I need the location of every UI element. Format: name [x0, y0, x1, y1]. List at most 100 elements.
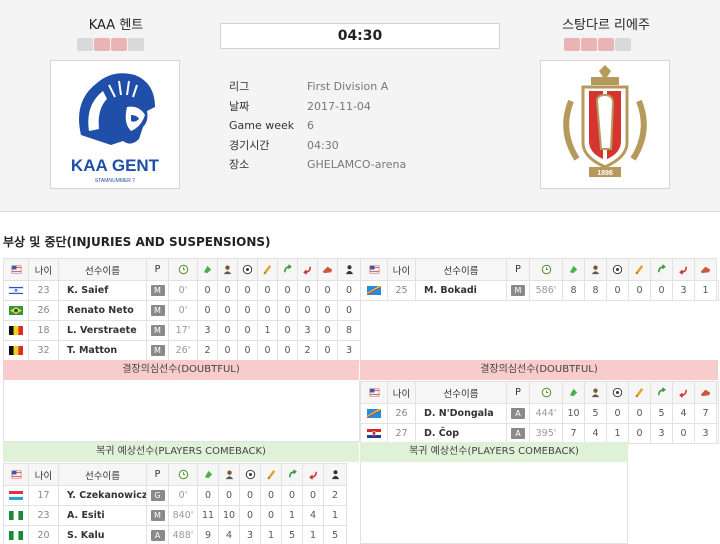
home-team-name[interactable]: KAA 헨트 — [36, 14, 196, 33]
player-age: 18 — [28, 320, 59, 341]
belgium-flag-icon — [9, 326, 23, 335]
player-row[interactable]: 26 Renato Neto M 0' 0 0 0 0 0 0 0 0 — [3, 300, 361, 321]
goal-icon — [245, 469, 255, 480]
lineup-header[interactable] — [584, 381, 607, 404]
boot-header[interactable] — [317, 258, 338, 281]
congo-flag-icon — [367, 409, 381, 418]
player-row[interactable]: 25 M. Bokadi M 586' 8 8 0 0 0 3 1 — [360, 280, 719, 301]
player-row[interactable]: 23K. SaiefM0'00000000? — [3, 280, 361, 301]
sub-in-header[interactable] — [277, 258, 298, 281]
sub-in-icon — [658, 387, 666, 396]
goal-header[interactable] — [606, 381, 629, 404]
age-header[interactable]: 나이 — [28, 258, 59, 281]
player-name[interactable]: A. Esiti — [58, 505, 147, 526]
player-row[interactable]: 17 Y. Czekanowicz G 0' 0 0 0 0 0 0 2 — [3, 485, 347, 506]
stat-value: 0 — [217, 340, 238, 361]
sub-in-header[interactable] — [650, 258, 673, 281]
flag-cell — [3, 300, 29, 321]
stat-value: 0 — [317, 300, 338, 321]
stat-value: 0 — [277, 340, 298, 361]
stat-value: 0 — [337, 300, 361, 321]
player-name[interactable]: Y. Czekanowicz — [58, 485, 147, 506]
player-row[interactable]: 32T. MattonM26'20000203? — [3, 340, 361, 361]
boot-header[interactable] — [694, 258, 717, 281]
name-header[interactable]: 선수이름 — [58, 463, 147, 486]
age-header[interactable]: 나이 — [28, 463, 59, 486]
appearance-header[interactable] — [197, 463, 219, 486]
home-form-badge — [111, 38, 127, 51]
clock-header[interactable] — [529, 258, 563, 281]
player-name[interactable]: K. Saief — [58, 280, 147, 301]
clock-header[interactable] — [168, 258, 198, 281]
position-header[interactable]: P — [146, 463, 169, 486]
position-header[interactable]: P — [506, 381, 530, 404]
goal-header[interactable] — [239, 463, 261, 486]
lineup-header[interactable] — [217, 258, 238, 281]
match-info-value: 2017-11-04 — [307, 99, 371, 113]
away-team-name[interactable]: 스탕다르 리에주 — [526, 14, 686, 33]
status-cell[interactable] — [716, 280, 719, 301]
yellow-card-header[interactable] — [257, 258, 278, 281]
player-age: 26 — [387, 403, 416, 424]
sub-out-header[interactable] — [672, 258, 695, 281]
age-header[interactable]: 나이 — [387, 381, 416, 404]
player-name[interactable]: S. Kalu — [58, 525, 147, 544]
player-row[interactable]: 20 S. Kalu A 488' 9 4 3 1 5 1 5 — [3, 525, 347, 544]
player-name[interactable]: D. Čop — [415, 423, 507, 444]
belgium-flag-icon — [9, 346, 23, 355]
home-injured-table: 나이선수이름P23K. SaiefM0'00000000?26Renato Ne… — [3, 258, 361, 361]
appearance-header[interactable] — [562, 258, 585, 281]
name-header[interactable]: 선수이름 — [58, 258, 147, 281]
lineup-header[interactable] — [584, 258, 607, 281]
name-header[interactable]: 선수이름 — [415, 381, 507, 404]
yellow-card-header[interactable] — [628, 381, 651, 404]
stat-value: 4 — [218, 525, 240, 544]
lineup-header[interactable] — [218, 463, 240, 486]
clock-header[interactable] — [168, 463, 198, 486]
sub-out-header[interactable] — [302, 463, 324, 486]
appearance-header[interactable] — [197, 258, 218, 281]
yellow-card-header[interactable] — [628, 258, 651, 281]
player-name[interactable]: L. Verstraete — [58, 320, 147, 341]
position-cell: M — [146, 300, 169, 321]
player-name[interactable]: M. Bokadi — [415, 280, 507, 301]
home-team-logo[interactable]: KAA GENT STAMNUMMER 7 — [50, 60, 180, 189]
sub-in-header[interactable] — [281, 463, 303, 486]
player-name[interactable]: D. N'Dongala — [415, 403, 507, 424]
home-comeback-band: 복귀 예상선수(PLAYERS COMEBACK) — [3, 442, 359, 462]
match-info-value: 6 — [307, 119, 314, 132]
goal-header[interactable] — [237, 258, 258, 281]
position-badge: M — [150, 305, 165, 316]
yellow-card-header[interactable] — [260, 463, 282, 486]
clock-header[interactable] — [529, 381, 563, 404]
player-name[interactable]: T. Matton — [58, 340, 147, 361]
sub-in-header[interactable] — [650, 381, 673, 404]
flag-cell — [3, 280, 29, 301]
position-header[interactable]: P — [506, 258, 530, 281]
sub-out-header[interactable] — [672, 381, 695, 404]
goal-header[interactable] — [606, 258, 629, 281]
player-row[interactable]: 18 L. Verstraete M 17' 3 0 0 1 0 3 0 8 — [3, 320, 361, 341]
stat-value: 0 — [197, 485, 219, 506]
position-cell: M — [146, 320, 169, 341]
position-header[interactable]: P — [146, 258, 169, 281]
boot-header[interactable] — [694, 381, 717, 404]
status-header[interactable] — [323, 463, 347, 486]
name-header[interactable]: 선수이름 — [415, 258, 507, 281]
player-row[interactable]: 26 D. N'Dongala A 444' 10 5 0 0 5 4 7 — [360, 403, 719, 424]
player-row[interactable]: 23 A. Esiti M 840' 11 10 0 0 1 4 1 — [3, 505, 347, 526]
away-team-logo[interactable]: 1898 — [540, 60, 670, 189]
status-header[interactable] — [337, 258, 361, 281]
minutes-played: 586' — [529, 280, 563, 301]
sub-out-header[interactable] — [297, 258, 318, 281]
stat-value: 0 — [317, 340, 338, 361]
stat-value: 0 — [257, 300, 278, 321]
stat-value: 2 — [297, 340, 318, 361]
stat-value: 0 — [237, 280, 258, 301]
appearance-header[interactable] — [562, 381, 585, 404]
stat-value: 0 — [302, 485, 324, 506]
age-header[interactable]: 나이 — [387, 258, 416, 281]
stat-value: 10 — [218, 505, 240, 526]
player-name[interactable]: Renato Neto — [58, 300, 147, 321]
player-row[interactable]: 27 D. Čop A 395' 7 4 1 0 3 0 3 — [360, 423, 719, 444]
